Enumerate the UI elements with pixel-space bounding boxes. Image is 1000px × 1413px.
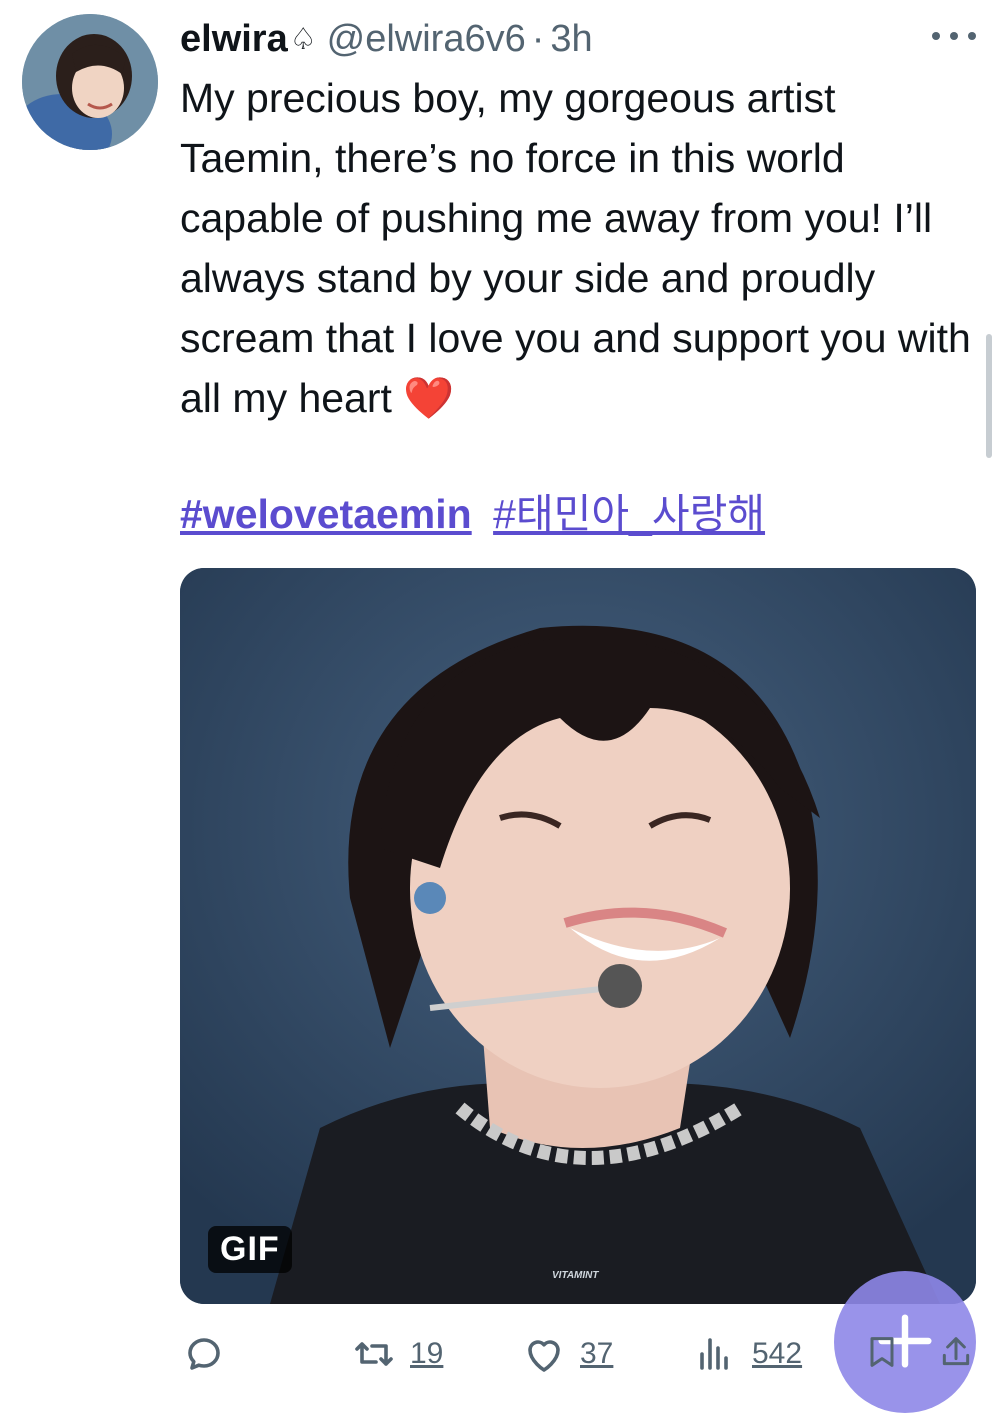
- views-icon: [700, 1338, 728, 1370]
- hashtag-welovetaemin[interactable]: #welovetaemin: [180, 491, 472, 537]
- gif-image: [180, 568, 976, 1304]
- gif-badge: GIF: [208, 1226, 292, 1273]
- hashtag-row: #welovetaemin #태민아_사랑해: [180, 486, 775, 542]
- retweet-icon: [355, 1342, 393, 1366]
- heart-icon: [528, 1340, 560, 1372]
- tweet-text: My precious boy, my gorgeous artist Taem…: [180, 68, 980, 428]
- like-button[interactable]: 37: [520, 1326, 613, 1382]
- views-count: 542: [752, 1337, 803, 1370]
- retweet-button[interactable]: 19: [350, 1326, 443, 1382]
- scrollbar[interactable]: [986, 334, 992, 458]
- spade-symbol: ♤: [289, 22, 317, 56]
- tweet-header: elwira ♤ @elwira6v6 · 3h: [180, 14, 593, 64]
- views-button[interactable]: 542: [692, 1326, 802, 1382]
- user-handle[interactable]: @elwira6v6: [327, 18, 526, 61]
- share-icon[interactable]: [936, 1330, 976, 1374]
- timestamp[interactable]: 3h: [550, 18, 592, 61]
- reply-icon: [188, 1338, 220, 1370]
- avatar-image: [22, 14, 158, 150]
- like-count: 37: [580, 1337, 614, 1370]
- avatar[interactable]: [22, 14, 158, 150]
- bookmark-icon[interactable]: [862, 1330, 902, 1374]
- display-name[interactable]: elwira: [180, 18, 288, 61]
- separator-dot: ·: [531, 17, 545, 60]
- more-options-icon[interactable]: [932, 24, 976, 48]
- tweet-body: My precious boy, my gorgeous artist Taem…: [180, 75, 971, 421]
- retweet-count: 19: [410, 1337, 444, 1370]
- hashtag-korean[interactable]: #태민아_사랑해: [493, 491, 765, 537]
- gif-media[interactable]: GIF VITAMINT: [180, 568, 976, 1304]
- heart-emoji: ❤️: [403, 375, 455, 421]
- watermark: VITAMINT: [552, 1270, 599, 1281]
- reply-button[interactable]: [180, 1326, 228, 1382]
